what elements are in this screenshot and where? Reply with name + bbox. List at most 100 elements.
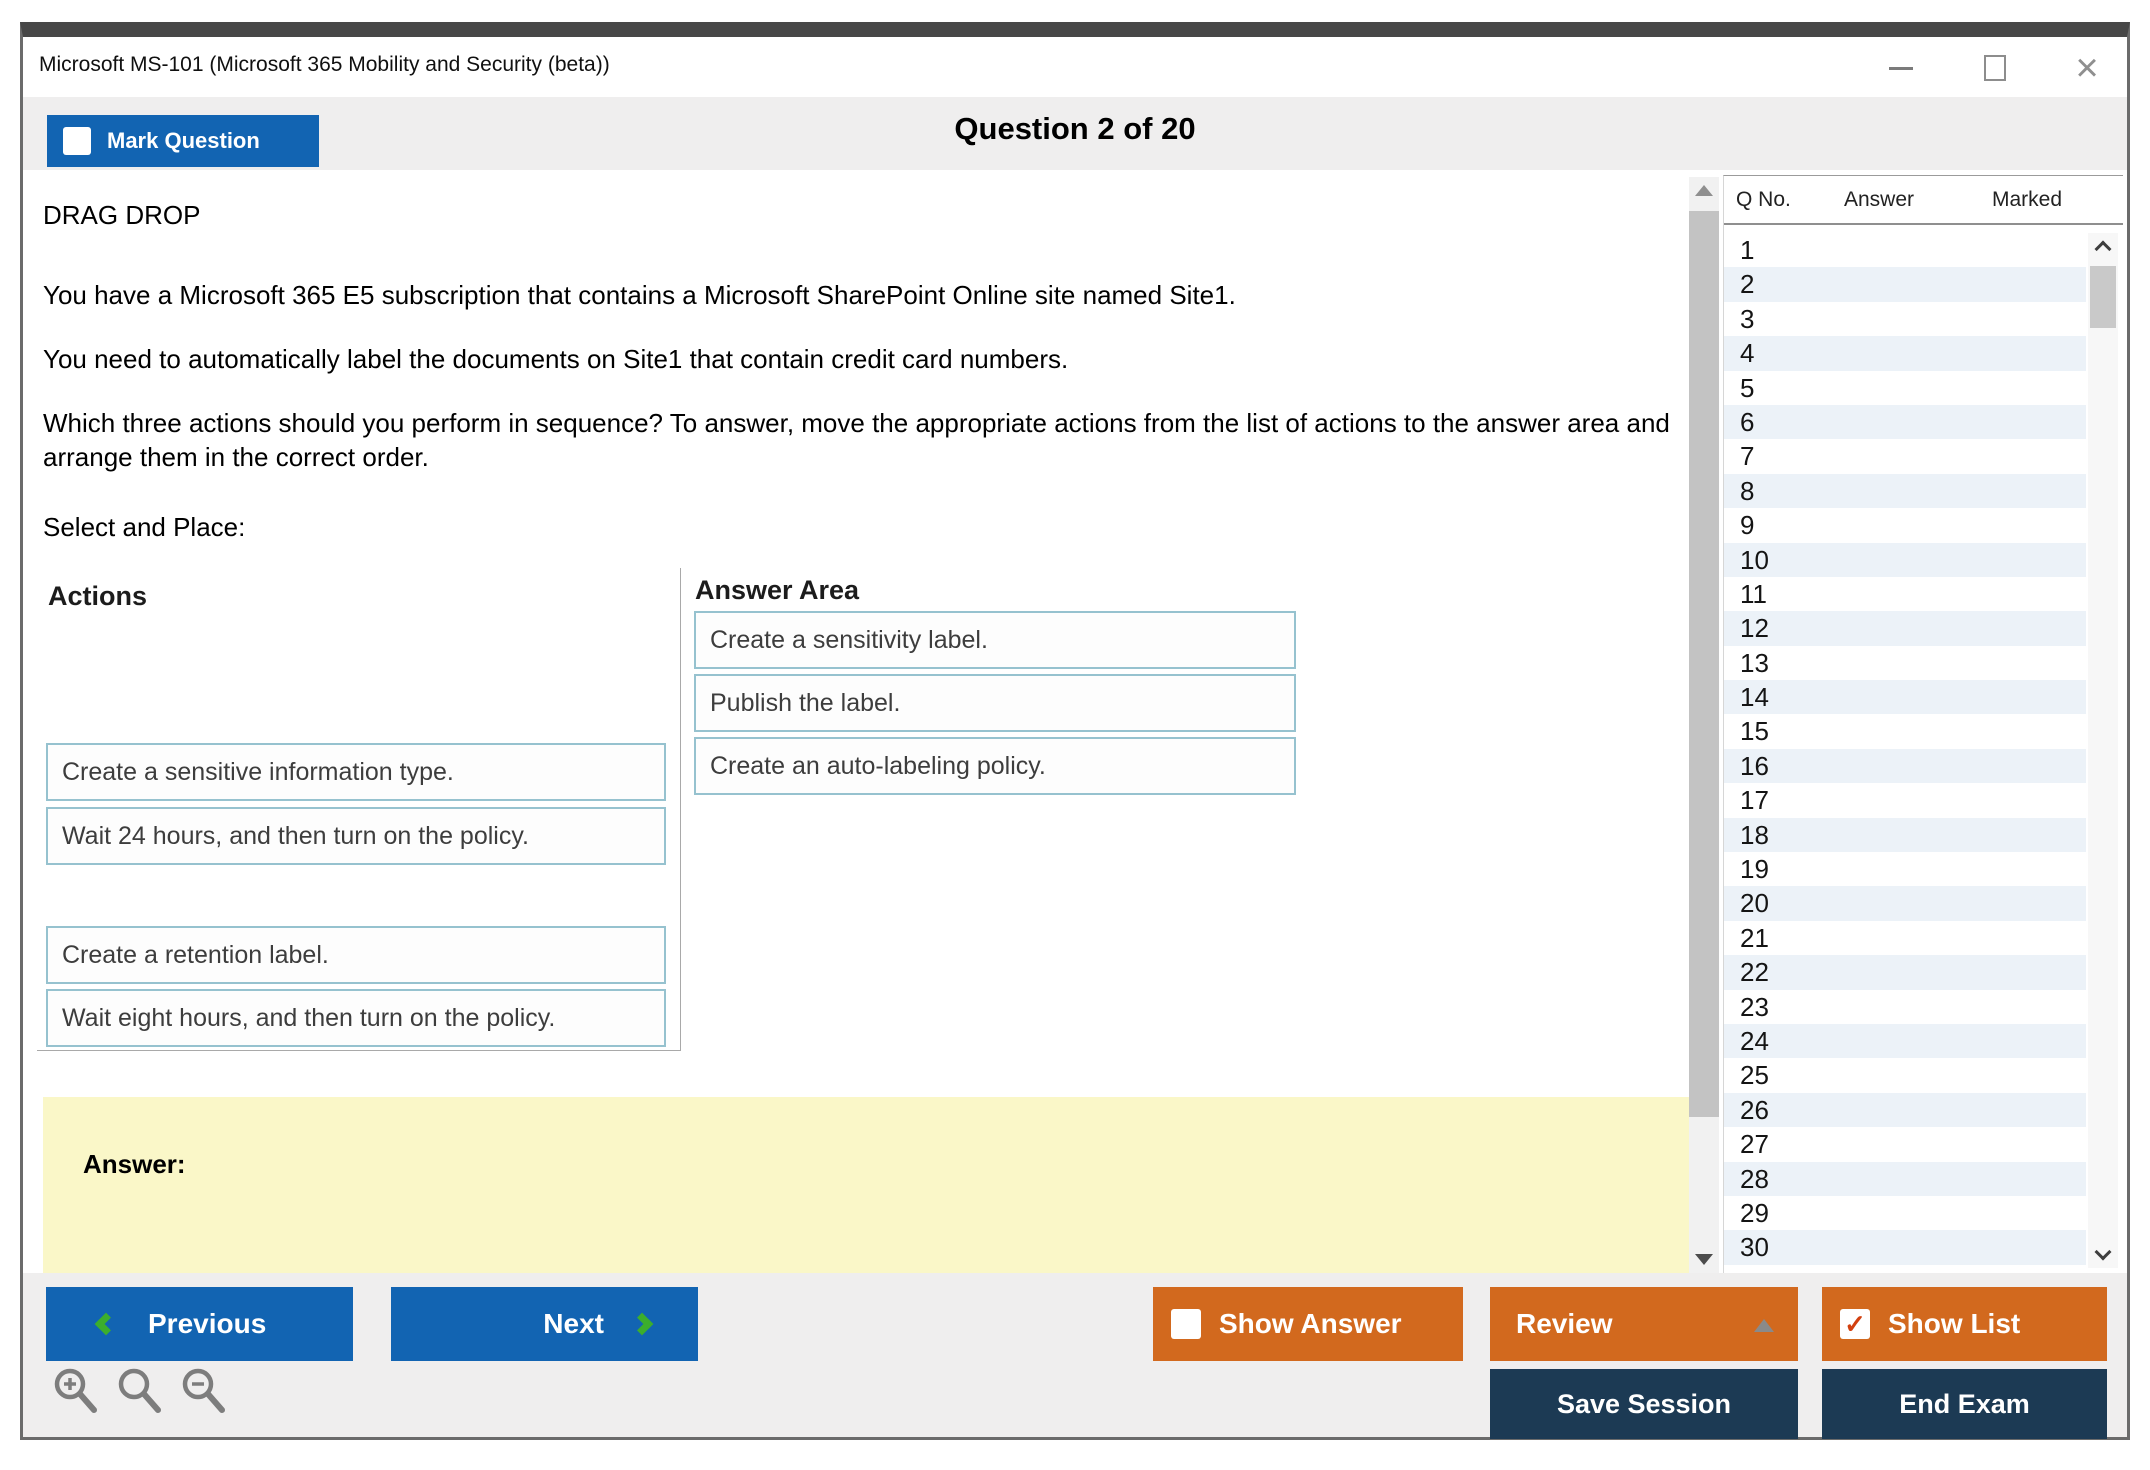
question-list-row[interactable]: 30: [1724, 1230, 2086, 1265]
question-list-row[interactable]: 12: [1724, 611, 2086, 646]
question-list-rows: 1 2 3 4 5 6 7 8 9 10 11 12 13 14 15 16 17 18 19 20 21 22 23 24 2…: [1724, 233, 2086, 1268]
answer-item[interactable]: Create an auto-labeling policy.: [694, 737, 1296, 795]
question-list-row[interactable]: 8: [1724, 473, 2086, 509]
column-header-answer: Answer: [1844, 188, 1915, 211]
question-type-label: DRAG DROP: [43, 200, 201, 230]
triangle-up-icon: [1754, 1319, 1774, 1332]
scroll-up-chevron-icon[interactable]: [2094, 240, 2112, 258]
minimize-icon: [1889, 66, 1913, 70]
save-session-label: Save Session: [1556, 1388, 1732, 1419]
question-list-row[interactable]: 1: [1724, 233, 2086, 268]
question-list-row[interactable]: 19: [1724, 852, 2086, 887]
zoom-in-button[interactable]: [51, 1365, 103, 1421]
save-session-button[interactable]: Save Session: [1490, 1369, 1798, 1439]
end-exam-button[interactable]: End Exam: [1822, 1369, 2107, 1439]
question-list-row[interactable]: 7: [1724, 439, 2086, 474]
question-list-row[interactable]: 22: [1724, 955, 2086, 990]
question-list-row[interactable]: 14: [1724, 680, 2086, 715]
question-list-row[interactable]: 2: [1724, 267, 2086, 302]
answer-band: Answer:: [43, 1097, 1689, 1273]
zoom-toolbar: [51, 1365, 231, 1421]
maximize-icon: [1984, 55, 2006, 81]
review-button[interactable]: Review: [1490, 1287, 1798, 1361]
select-and-place-label: Select and Place:: [43, 512, 246, 542]
show-answer-label: Show Answer: [1219, 1308, 1402, 1339]
action-item[interactable]: Wait 24 hours, and then turn on the poli…: [46, 807, 666, 865]
action-item[interactable]: Create a retention label.: [46, 926, 666, 984]
question-list-scrollbar: [2088, 233, 2118, 1268]
header-bar: Question 2 of 20 Mark Question: [23, 97, 2127, 170]
scrollbar-thumb[interactable]: [1689, 211, 1719, 1117]
title-bar: Microsoft MS-101 (Microsoft 365 Mobility…: [23, 37, 2127, 97]
question-paragraph: You have a Microsoft 365 E5 subscription…: [43, 280, 1236, 310]
question-list-row[interactable]: 5: [1724, 370, 2086, 405]
question-list-row[interactable]: 16: [1724, 748, 2086, 784]
chevron-left-icon: [94, 1312, 118, 1336]
question-list-row[interactable]: 20: [1724, 886, 2086, 921]
answer-item[interactable]: Publish the label.: [694, 674, 1296, 732]
question-paragraph: You need to automatically label the docu…: [43, 344, 1069, 374]
scroll-down-chevron-icon[interactable]: [2094, 1243, 2112, 1261]
question-list-row[interactable]: 27: [1724, 1127, 2086, 1162]
mark-question-label: Mark Question: [107, 128, 260, 153]
question-list-row[interactable]: 10: [1724, 542, 2086, 577]
answer-area-column-title: Answer Area: [695, 575, 860, 605]
answer-label: Answer:: [83, 1149, 186, 1179]
close-icon: ×: [2075, 46, 2099, 90]
action-item[interactable]: Wait eight hours, and then turn on the p…: [46, 989, 666, 1047]
bottom-bar: Previous Next Show Answer Review Show Li…: [23, 1273, 2127, 1439]
mark-question-button[interactable]: Mark Question: [47, 115, 319, 167]
question-list-row[interactable]: 11: [1724, 576, 2086, 612]
question-list-row[interactable]: 28: [1724, 1161, 2086, 1196]
checkbox-unchecked-icon: [1171, 1309, 1201, 1339]
question-list-row[interactable]: 17: [1724, 783, 2086, 818]
show-list-label: Show List: [1888, 1308, 2021, 1339]
question-counter: Question 2 of 20: [954, 111, 1196, 146]
question-list-row[interactable]: 9: [1724, 508, 2086, 543]
column-header-marked: Marked: [1992, 188, 2063, 211]
zoom-reset-button[interactable]: [115, 1365, 167, 1421]
question-list-row[interactable]: 21: [1724, 920, 2086, 956]
question-list-row[interactable]: 26: [1724, 1092, 2086, 1128]
action-item[interactable]: Create a sensitive information type.: [46, 743, 666, 801]
actions-column-title: Actions: [48, 581, 148, 611]
answer-item[interactable]: Create a sensitivity label.: [694, 611, 1296, 669]
show-list-button[interactable]: Show List: [1822, 1287, 2107, 1361]
review-label: Review: [1516, 1308, 1613, 1339]
checkbox-unchecked-icon: [63, 127, 91, 155]
next-button[interactable]: Next: [391, 1287, 698, 1361]
question-list-row[interactable]: 29: [1724, 1195, 2086, 1231]
next-label: Next: [543, 1308, 604, 1339]
question-list-row[interactable]: 15: [1724, 714, 2086, 749]
question-list-row[interactable]: 3: [1724, 301, 2086, 337]
question-list-row[interactable]: 4: [1724, 336, 2086, 371]
question-panel: DRAG DROP You have a Microsoft 365 E5 su…: [23, 170, 1689, 1273]
question-list-scrollbar-thumb[interactable]: [2090, 266, 2116, 328]
minimize-button[interactable]: [1873, 51, 1929, 85]
zoom-out-button[interactable]: [179, 1365, 231, 1421]
question-list-row[interactable]: 23: [1724, 989, 2086, 1024]
question-text: DRAG DROP You have a Microsoft 365 E5 su…: [23, 170, 1673, 544]
question-list-row[interactable]: 25: [1724, 1058, 2086, 1093]
previous-button[interactable]: Previous: [46, 1287, 353, 1361]
scroll-down-arrow-icon[interactable]: [1695, 1254, 1713, 1265]
question-list-row[interactable]: 6: [1724, 404, 2086, 440]
question-list-header: Q No. Answer Marked: [1724, 176, 2123, 225]
maximize-button[interactable]: [1967, 51, 2023, 85]
actions-bottom-border: [37, 1050, 681, 1051]
column-divider: [680, 568, 681, 1050]
checkbox-checked-icon: [1840, 1309, 1870, 1339]
exam-window: Microsoft MS-101 (Microsoft 365 Mobility…: [20, 22, 2130, 1440]
column-header-qno: Q No.: [1736, 188, 1791, 211]
question-list-row[interactable]: 24: [1724, 1023, 2086, 1059]
end-exam-label: End Exam: [1899, 1388, 2030, 1419]
main-scrollbar: [1689, 177, 1719, 1273]
question-list-row[interactable]: 13: [1724, 645, 2086, 681]
scroll-up-arrow-icon[interactable]: [1695, 185, 1713, 196]
show-answer-button[interactable]: Show Answer: [1153, 1287, 1463, 1361]
question-list-row[interactable]: 18: [1724, 817, 2086, 853]
close-button[interactable]: ×: [2059, 46, 2115, 90]
question-paragraph: Which three actions should you perform i…: [43, 408, 1670, 472]
previous-label: Previous: [148, 1308, 267, 1339]
question-list-panel: Q No. Answer Marked 1 2 3 4 5 6 7 8 9 10 11 12 13 14 1…: [1723, 175, 2123, 1273]
